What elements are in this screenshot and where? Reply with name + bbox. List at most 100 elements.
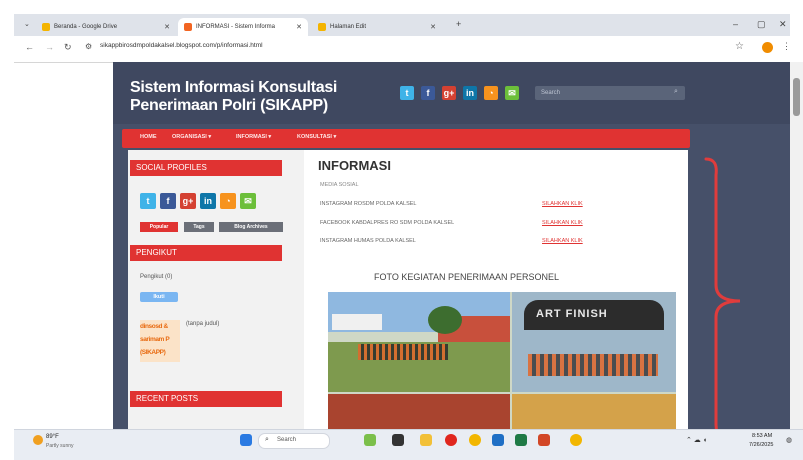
powerpoint-icon[interactable] — [538, 434, 550, 446]
close-window-button[interactable]: ✕ — [779, 19, 787, 30]
banner-line: sarimam P — [140, 336, 170, 343]
linkedin-icon[interactable]: in — [463, 86, 477, 100]
clock-time[interactable]: 8:53 AM — [752, 433, 772, 439]
facebook-icon[interactable]: f — [421, 86, 435, 100]
linkedin-icon[interactable]: in — [200, 193, 216, 209]
bookmark-star-icon[interactable]: ☆ — [735, 41, 744, 52]
widgets-icon[interactable] — [364, 434, 376, 446]
banner-line: dinsosd & — [140, 323, 168, 330]
info-row-label: INSTAGRAM ROSDM POLDA KALSEL — [320, 201, 417, 207]
tab-label: Beranda - Google Drive — [54, 24, 118, 30]
photo-heading: FOTO KEGIATAN PENERIMAAN PERSONEL — [374, 272, 560, 282]
nav-organisasi[interactable]: ORGANISASI ▾ — [172, 134, 211, 140]
taskbar-search[interactable]: ⌕ Search — [258, 433, 330, 449]
page-scrollbar[interactable] — [790, 62, 803, 429]
email-icon[interactable]: ✉ — [505, 86, 519, 100]
photo-collage[interactable]: ART FINISH — [328, 292, 676, 429]
tab-blog-archives[interactable]: Blog Archives — [219, 222, 283, 232]
info-row-link[interactable]: SILAHKAN KLIK — [542, 201, 583, 207]
rss-icon[interactable]: ◔ — [220, 193, 236, 209]
twitter-icon[interactable]: t — [140, 193, 156, 209]
back-arrow-icon[interactable]: ← — [25, 42, 34, 52]
blogger-icon — [184, 23, 192, 31]
search-icon[interactable]: ⌕ — [674, 88, 678, 96]
google-plus-icon[interactable]: g+ — [442, 86, 456, 100]
site-title-line2: Penerimaan Polri (SIKAPP) — [130, 97, 328, 114]
task-view-icon[interactable] — [392, 434, 404, 446]
social-profiles-heading: SOCIAL PROFILES — [130, 160, 282, 176]
tab-halaman-edit[interactable]: Halaman Edit ✕ — [312, 18, 442, 36]
email-icon[interactable]: ✉ — [240, 193, 256, 209]
sidebar-panel — [128, 150, 304, 429]
site-title[interactable]: Sistem Informasi Konsultasi Penerimaan P… — [130, 79, 350, 115]
tab-list-chevron[interactable]: ⌄ — [24, 20, 30, 28]
clock-date[interactable]: 7/26/2025 — [749, 442, 773, 448]
page-title: INFORMASI — [318, 158, 391, 173]
photo-finish-banner: ART FINISH — [536, 308, 608, 320]
opera-icon[interactable] — [445, 434, 457, 446]
section-subtitle: MEDIA SOSIAL — [320, 182, 359, 188]
profile-avatar[interactable] — [762, 42, 773, 53]
windows-taskbar — [14, 429, 803, 460]
follower-count: Pengikut (0) — [140, 274, 173, 280]
photo-finish-runners — [528, 354, 658, 376]
scrollbar-thumb[interactable] — [793, 78, 800, 116]
photo-bottom-left — [328, 394, 510, 429]
photo-field-tree — [428, 306, 462, 334]
weather-desc: Partly sunny — [46, 443, 74, 449]
follower-banner-image[interactable]: dinsosd & sarimam P (SIKAPP) — [140, 320, 180, 362]
taskbar-search-label: Search — [277, 437, 297, 443]
banner-caption: (tanpa judul) — [186, 321, 220, 327]
chrome-icon[interactable] — [469, 434, 481, 446]
banner-line: (SIKAPP) — [140, 349, 166, 356]
annotation-bracket-line — [704, 157, 741, 443]
weather-icon[interactable] — [33, 435, 43, 445]
facebook-icon[interactable]: f — [160, 193, 176, 209]
nav-home[interactable]: HOME — [140, 134, 157, 140]
site-search-input[interactable]: Search — [535, 86, 685, 100]
outlook-icon[interactable] — [492, 434, 504, 446]
recent-posts-heading: RECENT POSTS — [130, 391, 282, 407]
weather-temp[interactable]: 89°F — [46, 434, 59, 440]
browser-menu-icon[interactable]: ⋮ — [782, 41, 791, 52]
tab-label: INFORMASI - Sistem Informa — [196, 24, 276, 30]
nav-informasi[interactable]: INFORMASI ▾ — [236, 134, 271, 140]
tab-tags[interactable]: Tags — [184, 222, 214, 232]
reload-icon[interactable]: ↻ — [64, 42, 72, 53]
url-bar[interactable]: sikappbirosdmpoldakalsel.blogspot.com/p/… — [100, 42, 263, 49]
new-tab-button[interactable]: + — [456, 19, 461, 29]
google-plus-icon[interactable]: g+ — [180, 193, 196, 209]
tab-google-drive[interactable]: Beranda - Google Drive ✕ — [36, 18, 176, 36]
photo-bottom-right — [512, 394, 676, 429]
rss-icon[interactable]: ◔ — [484, 86, 498, 100]
pengikut-heading: PENGIKUT — [130, 245, 282, 261]
tab-popular[interactable]: Popular — [140, 222, 178, 232]
google-drive-icon — [42, 23, 50, 31]
site-info-icon[interactable]: ⚙ — [85, 42, 92, 51]
address-toolbar — [14, 36, 790, 63]
photo-field-tent — [332, 314, 382, 330]
twitter-icon[interactable]: t — [400, 86, 414, 100]
nav-konsultasi[interactable]: KONSULTASI ▾ — [297, 134, 336, 140]
info-row-label: FACEBOOK KABDALPRES RO SDM POLDA KALSEL — [320, 220, 455, 226]
edit-page-icon — [318, 23, 326, 31]
forward-arrow-icon[interactable]: → — [45, 42, 54, 52]
excel-icon[interactable] — [515, 434, 527, 446]
info-row-link[interactable]: SILAHKAN KLIK — [542, 220, 583, 226]
notification-bell-icon[interactable]: ◍ — [786, 436, 792, 444]
tab-informasi[interactable]: INFORMASI - Sistem Informa ✕ — [178, 18, 308, 36]
close-tab-icon[interactable]: ✕ — [296, 23, 302, 31]
info-row-link[interactable]: SILAHKAN KLIK — [542, 238, 583, 244]
system-tray-icons[interactable]: ⌃ ☁ ◖ — [686, 436, 707, 444]
site-title-line1: Sistem Informasi Konsultasi — [130, 79, 338, 96]
minimize-button[interactable]: – — [733, 19, 738, 29]
follow-button[interactable]: Ikuti — [140, 292, 178, 302]
maximize-button[interactable]: ▢ — [757, 19, 766, 30]
windows-start-icon[interactable] — [240, 434, 252, 446]
close-tab-icon[interactable]: ✕ — [430, 23, 436, 31]
search-icon: ⌕ — [265, 436, 269, 443]
chrome-active-icon[interactable] — [570, 434, 582, 446]
tab-label: Halaman Edit — [330, 24, 367, 30]
file-explorer-icon[interactable] — [420, 434, 432, 446]
close-tab-icon[interactable]: ✕ — [164, 23, 170, 31]
